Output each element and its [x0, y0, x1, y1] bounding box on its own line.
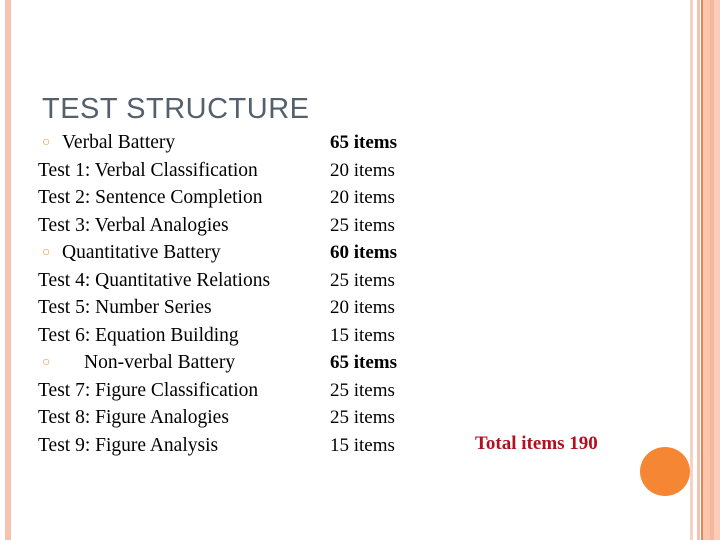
list-item-label: Test 4: Quantitative Relations — [38, 269, 271, 291]
list-item-label: Test 5: Number Series — [38, 297, 212, 318]
list-item: Test 8: Figure Analogies 25 items — [0, 404, 720, 432]
list-item: Test 1: Verbal Classification 20 items — [0, 157, 720, 185]
list-item-count: 20 items — [330, 159, 395, 181]
list-item-count: 65 items — [330, 352, 398, 373]
list-item: Test 5: Number Series 20 items — [0, 294, 720, 322]
list-item-count: 20 items — [330, 297, 395, 318]
list-item-label: Test 6: Equation Building — [38, 324, 239, 346]
list-item-count: 25 items — [330, 269, 395, 291]
list-item-label: Test 8: Figure Analogies — [38, 407, 229, 428]
list-item: ○ Non-verbal Battery 65 items — [0, 349, 720, 377]
circle-bullet-icon: ○ — [42, 245, 51, 260]
list-item-label: Non-verbal Battery — [84, 352, 236, 373]
list-item-label: Quantitative Battery — [62, 242, 221, 263]
orange-circle-decoration — [640, 447, 690, 496]
list-item-count: 25 items — [330, 379, 395, 401]
circle-bullet-icon: ○ — [42, 135, 51, 150]
list-item: Test 3: Verbal Analogies 25 items — [0, 212, 720, 240]
list-item-count: 25 items — [330, 214, 395, 236]
list-item-label: Test 3: Verbal Analogies — [38, 214, 229, 236]
list-item-label: Test 9: Figure Analysis — [38, 434, 219, 456]
list-item: Test 9: Figure Analysis 15 items — [0, 432, 720, 460]
slide-canvas: TEST STRUCTURE ○ Verbal Battery 65 items Te… — [0, 0, 720, 540]
list-item-count: 65 items — [330, 132, 398, 153]
list-item-count: 15 items — [330, 434, 395, 456]
total-items-label: Total items 190 — [475, 433, 598, 454]
list-item-label: Test 7: Figure Classification — [38, 379, 259, 401]
list-item-label: Verbal Battery — [62, 132, 176, 153]
list-item-label: Test 1: Verbal Classification — [38, 159, 258, 181]
test-structure-list: ○ Verbal Battery 65 items Test 1: Verbal Cl… — [0, 129, 720, 459]
list-item-count: 60 items — [330, 242, 398, 263]
list-item-count: 15 items — [330, 324, 395, 346]
list-item-count: 20 items — [330, 187, 395, 208]
slide-title: TEST STRUCTURE — [42, 93, 310, 126]
list-item: Test 7: Figure Classification 25 items — [0, 377, 720, 405]
list-item-count: 25 items — [330, 407, 395, 428]
list-item: Test 2: Sentence Completion 20 items — [0, 184, 720, 212]
list-item: ○ Quantitative Battery 60 items — [0, 239, 720, 267]
list-item-label: Test 2: Sentence Completion — [38, 187, 263, 208]
circle-bullet-icon: ○ — [42, 355, 51, 370]
list-item: ○ Verbal Battery 65 items — [0, 129, 720, 157]
list-item: Test 6: Equation Building 15 items — [0, 322, 720, 350]
list-item: Test 4: Quantitative Relations 25 items — [0, 267, 720, 295]
